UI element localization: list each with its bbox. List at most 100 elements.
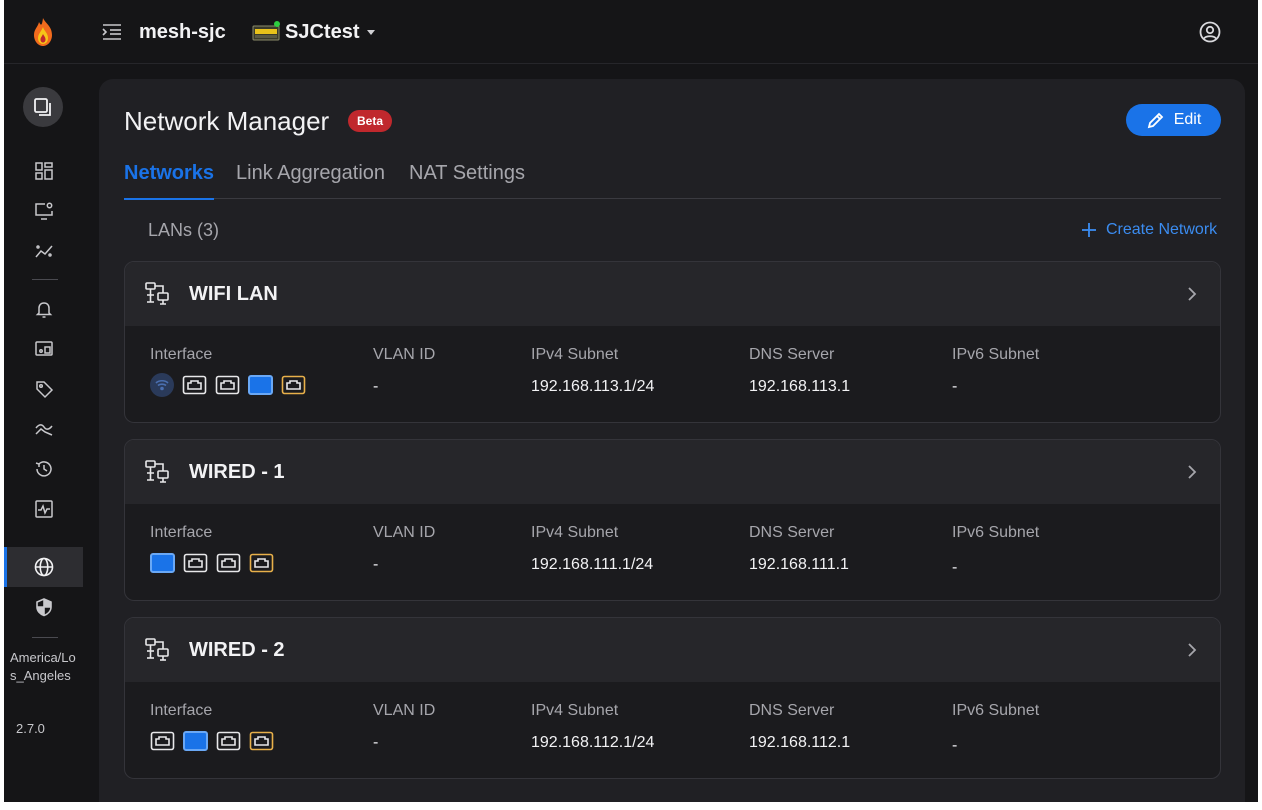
create-network-label: Create Network xyxy=(1106,221,1218,238)
selected-port-icon xyxy=(248,375,273,395)
vlan-label: VLAN ID xyxy=(373,702,436,719)
monitor-settings-icon xyxy=(34,202,53,220)
sidebar-divider xyxy=(32,637,58,638)
network-card-header[interactable]: WIRED - 1 xyxy=(125,440,1220,504)
flame-logo-icon[interactable] xyxy=(30,17,56,47)
dns-label: DNS Server xyxy=(749,524,835,541)
vlan-label: VLAN ID xyxy=(373,524,436,541)
ipv6-value: - xyxy=(952,378,958,395)
dns-value: 192.168.112.1 xyxy=(749,734,851,751)
beta-badge: Beta xyxy=(348,110,393,132)
history-icon xyxy=(35,461,52,477)
dns-value: 192.168.111.1 xyxy=(749,556,849,573)
chevron-right-icon[interactable] xyxy=(1183,284,1201,304)
caret-down-icon xyxy=(367,29,376,35)
ethernet-port-icon xyxy=(150,731,175,751)
ethernet-port-icon xyxy=(182,375,207,395)
top-bar: mesh-sjc SJCtest xyxy=(4,0,1258,64)
vlan-value: - xyxy=(373,378,379,395)
network-topology-icon xyxy=(145,460,169,483)
router-device-icon xyxy=(252,20,280,44)
bell-icon xyxy=(35,302,52,318)
plus-icon xyxy=(1082,223,1096,237)
sidebar: America/Los_Angeles 2.7.0 xyxy=(4,65,83,802)
dns-label: DNS Server xyxy=(749,346,835,363)
network-name: WIRED - 1 xyxy=(189,461,285,483)
interface-label: Interface xyxy=(150,346,213,363)
ethernet-port-icon xyxy=(183,553,208,573)
selected-port-icon xyxy=(183,731,208,751)
ipv4-value: 192.168.111.1/24 xyxy=(531,556,654,573)
network-name: WIFI LAN xyxy=(189,283,278,305)
globe-icon xyxy=(34,557,53,577)
sidebar-item-network[interactable] xyxy=(4,547,83,587)
pulse-chart-icon xyxy=(34,500,53,518)
sidebar-item-alerts[interactable] xyxy=(4,291,83,327)
site-name[interactable]: mesh-sjc xyxy=(139,18,226,46)
ipv6-label: IPv6 Subnet xyxy=(952,702,1040,719)
network-card: WIRED - 1 Interface VLAN ID IPv4 Subnet … xyxy=(124,439,1221,601)
ipv6-value: - xyxy=(952,559,958,576)
version-label: 2.7.0 xyxy=(16,721,45,736)
network-card-header[interactable]: WIRED - 2 xyxy=(125,618,1220,682)
wan-port-icon xyxy=(249,553,274,573)
sidebar-item-monitor[interactable] xyxy=(4,491,83,527)
main-panel: Network Manager Beta Edit Networks Link … xyxy=(99,79,1245,802)
sidebar-item-tags[interactable] xyxy=(4,371,83,407)
vlan-label: VLAN ID xyxy=(373,346,436,363)
lans-section-title: LANs (3) xyxy=(148,220,220,240)
sidebar-item-dashboard[interactable] xyxy=(4,153,83,189)
dashboard-icon xyxy=(34,162,53,180)
ipv6-label: IPv6 Subnet xyxy=(952,346,1040,363)
menu-toggle-icon[interactable] xyxy=(100,20,124,44)
timezone-label: America/Los_Angeles xyxy=(10,650,76,683)
create-network-button[interactable]: Create Network xyxy=(1080,218,1217,242)
analytics-icon xyxy=(34,245,53,258)
ipv4-label: IPv4 Subnet xyxy=(531,346,619,363)
device-switcher[interactable]: SJCtest xyxy=(252,17,376,47)
ipv6-label: IPv6 Subnet xyxy=(952,524,1040,541)
network-card-header[interactable]: WIFI LAN xyxy=(125,262,1220,326)
sidebar-item-analytics[interactable] xyxy=(4,233,83,269)
vlan-value: - xyxy=(373,734,379,751)
edit-label: Edit xyxy=(1173,111,1202,128)
tab-link-aggregation[interactable]: Link Aggregation xyxy=(236,159,385,199)
dns-label: DNS Server xyxy=(749,702,835,719)
chevron-right-icon[interactable] xyxy=(1183,640,1201,660)
interface-label: Interface xyxy=(150,524,213,541)
wan-port-icon xyxy=(281,375,306,395)
sidebar-item-history[interactable] xyxy=(4,451,83,487)
tab-nat-settings[interactable]: NAT Settings xyxy=(409,159,525,199)
ipv4-value: 192.168.112.1/24 xyxy=(531,734,655,751)
app-frame: mesh-sjc SJCtest America/Los_Angeles 2.7… xyxy=(4,0,1258,802)
tab-networks[interactable]: Networks xyxy=(124,159,215,200)
sidebar-item-device-settings[interactable] xyxy=(4,193,83,229)
ethernet-port-icon xyxy=(216,553,241,573)
network-card: WIFI LAN Interface VLAN ID IPv4 Subnet D… xyxy=(124,261,1221,423)
sidebar-item-security[interactable] xyxy=(4,589,83,625)
device-copy-icon xyxy=(34,98,51,116)
network-topology-icon xyxy=(145,282,169,305)
user-account-icon[interactable] xyxy=(1198,20,1222,44)
device-name: SJCtest xyxy=(285,20,360,43)
dns-value: 192.168.113.1 xyxy=(749,378,851,395)
sidebar-item-device[interactable] xyxy=(23,87,63,127)
interface-list xyxy=(150,729,274,753)
selected-port-icon xyxy=(150,553,175,573)
sidebar-item-clients[interactable] xyxy=(4,331,83,367)
ipv6-value: - xyxy=(952,737,958,754)
pencil-icon xyxy=(1147,112,1163,129)
ipv4-label: IPv4 Subnet xyxy=(531,524,619,541)
edit-button[interactable]: Edit xyxy=(1126,104,1221,136)
chevron-right-icon[interactable] xyxy=(1183,462,1201,482)
ethernet-port-icon xyxy=(215,375,240,395)
sidebar-item-traffic[interactable] xyxy=(4,411,83,447)
interface-label: Interface xyxy=(150,702,213,719)
trend-icon xyxy=(34,424,53,436)
shield-icon xyxy=(35,598,52,617)
network-name: WIRED - 2 xyxy=(189,639,285,661)
wan-port-icon xyxy=(249,731,274,751)
tag-icon xyxy=(35,381,53,399)
network-card: WIRED - 2 Interface VLAN ID IPv4 Subnet … xyxy=(124,617,1221,779)
page-title: Network Manager xyxy=(124,106,330,136)
